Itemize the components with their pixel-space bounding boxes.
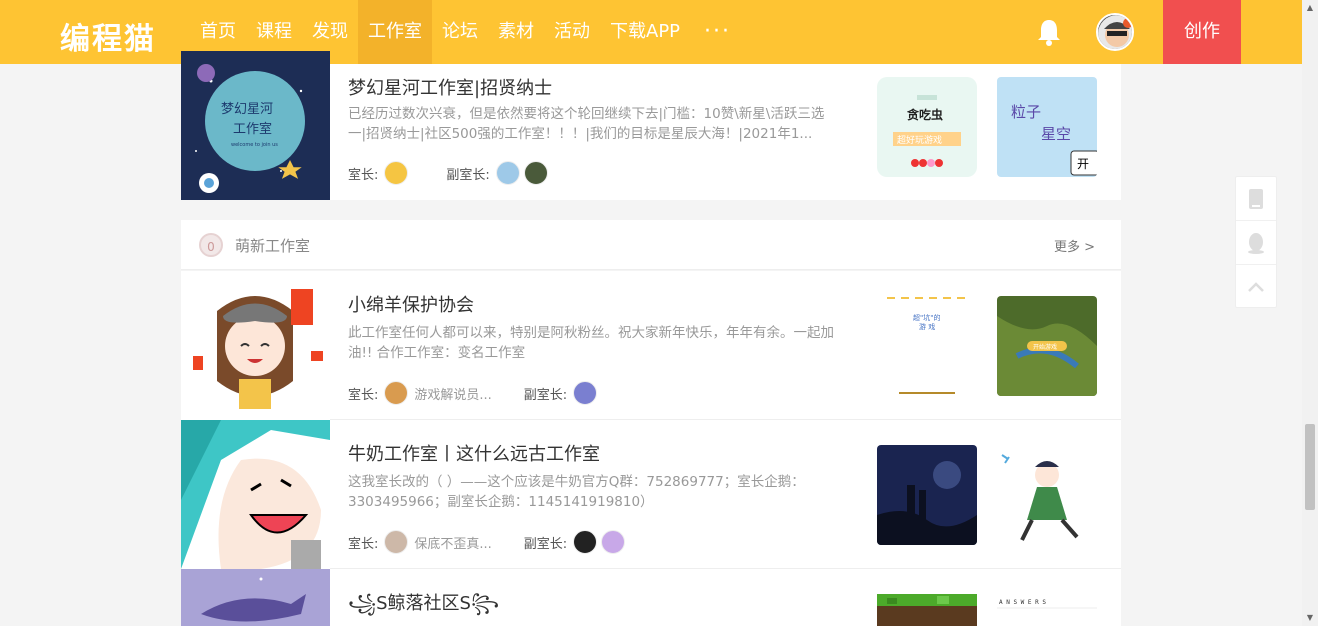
studio-leaders: 室长: 游戏解说员... 副室长: (348, 379, 598, 407)
vice-leader-avatar[interactable] (573, 530, 598, 554)
scroll-down-icon[interactable]: ▼ (1302, 610, 1318, 626)
work-thumbnail[interactable]: 贪吃虫 超好玩游戏 (877, 77, 977, 177)
floating-toolbar (1235, 176, 1277, 308)
vice-leader-label: 副室长: (523, 536, 568, 552)
work-thumbnail[interactable] (997, 445, 1097, 545)
site-logo[interactable]: 编程猫 (60, 14, 156, 58)
leader-name[interactable]: 保底不歪真... (414, 533, 491, 552)
section-title: 萌新工作室 (235, 237, 311, 255)
create-button[interactable]: 创作 (1163, 0, 1241, 64)
vertical-scrollbar[interactable]: ▲ ▼ (1302, 0, 1318, 626)
studio-description: 此工作室任何人都可以来，特别是阿秋粉丝。祝大家新年快乐，年年有余。一起加油!! … (348, 325, 834, 361)
leader-avatar[interactable] (384, 161, 409, 185)
studio-cover[interactable]: 梦幻星河 工作室 welcome to join us (181, 51, 330, 200)
nav-forum[interactable]: 论坛 (432, 0, 488, 64)
studio-row[interactable]: 牛奶工作室丨这什么远古工作室 这我室长改的（ ）——这个应该是牛奶官方Q群：75… (181, 420, 1121, 569)
thumb-tag: 开 (1077, 157, 1089, 171)
studio-description: 已经历过数次兴衰，但是依然要将这个轮回继续下去|门槛：10赞\新星\活跃三选一|… (348, 106, 825, 142)
studio-cover[interactable] (181, 569, 330, 626)
studio-row[interactable]: ꧁S鲸落社区S꧂ A N S W E R S (181, 569, 1121, 626)
thumb-start-text: 开始游戏 (1033, 343, 1057, 351)
back-to-top-icon[interactable] (1236, 265, 1276, 309)
studio-row[interactable]: 梦幻星河 工作室 welcome to join us 梦幻星河工作室|招贤纳士… (181, 51, 1121, 200)
thumb-text-2: 游 戏 (919, 322, 935, 331)
nav-download-app[interactable]: 下载APP (600, 0, 690, 64)
section-badge: 0 (199, 233, 223, 257)
mobile-icon[interactable] (1236, 177, 1276, 221)
vice-leader-avatar[interactable] (573, 381, 598, 405)
vice-leader-avatar[interactable] (495, 161, 520, 185)
nav-more-icon[interactable]: ··· (690, 0, 745, 64)
studio-cover[interactable] (181, 420, 330, 569)
scrollbar-thumb[interactable] (1305, 424, 1315, 510)
studio-title[interactable]: 梦幻星河工作室|招贤纳士 (348, 74, 552, 100)
work-thumbnail[interactable]: A N S W E R S (997, 594, 1097, 626)
studio-title[interactable]: 小绵羊保护协会 (348, 291, 474, 317)
leader-avatar[interactable] (384, 381, 409, 405)
work-thumbnail[interactable]: 粒子 星空 开 (997, 77, 1097, 177)
thumb-text-1: 超"坑"的 (913, 313, 940, 322)
work-thumbnail[interactable]: 超"坑"的 游 戏 (877, 296, 977, 396)
vice-leader-label: 副室长: (523, 387, 568, 403)
vice-leader-label: 副室长: (446, 167, 490, 183)
work-thumbnail[interactable]: 开始游戏 (997, 296, 1097, 396)
svg-text:梦幻星河: 梦幻星河 (221, 102, 273, 117)
section-header: 0 萌新工作室 更多 > (181, 220, 1121, 270)
more-link[interactable]: 更多 > (1054, 236, 1095, 255)
studio-description: 这我室长改的（ ）——这个应该是牛奶官方Q群：752869777；室长企鹅：33… (348, 474, 805, 510)
thumb-title: 贪吃虫 (906, 107, 943, 122)
leader-label: 室长: (348, 167, 379, 183)
work-thumbnail[interactable] (877, 445, 977, 545)
leader-label: 室长: (348, 536, 379, 552)
leader-name[interactable]: 游戏解说员... (414, 384, 491, 403)
work-thumbnail[interactable] (877, 594, 977, 626)
svg-text:welcome to join us: welcome to join us (231, 142, 278, 148)
user-avatar[interactable] (1096, 13, 1134, 51)
thumb-title: 粒子 (1011, 103, 1041, 121)
svg-text:工作室: 工作室 (233, 121, 272, 137)
studio-title[interactable]: ꧁S鲸落社区S꧂ (348, 589, 499, 626)
thumb-answers-text: A N S W E R S (999, 599, 1046, 606)
scroll-up-icon[interactable]: ▲ (1302, 0, 1318, 16)
nav-studio[interactable]: 工作室 (358, 0, 432, 64)
thumb-subtitle: 超好玩游戏 (897, 134, 942, 146)
studio-leaders: 室长: 保底不歪真... 副室长: (348, 528, 626, 556)
studio-leaders: 室长: 副室长: (348, 159, 548, 187)
studio-title[interactable]: 牛奶工作室丨这什么远古工作室 (348, 440, 600, 466)
thumb-title-2: 星空 (1041, 125, 1071, 143)
bell-icon[interactable] (1036, 18, 1062, 46)
nav-events[interactable]: 活动 (544, 0, 600, 64)
leader-label: 室长: (348, 387, 379, 403)
vice-leader-avatar[interactable] (523, 161, 548, 185)
studio-row[interactable]: 小绵羊保护协会 此工作室任何人都可以来，特别是阿秋粉丝。祝大家新年快乐，年年有余… (181, 271, 1121, 420)
leader-avatar[interactable] (384, 530, 409, 554)
qq-icon[interactable] (1236, 221, 1276, 265)
vice-leader-avatar[interactable] (601, 530, 626, 554)
studio-cover[interactable] (181, 271, 330, 420)
nav-assets[interactable]: 素材 (488, 0, 544, 64)
